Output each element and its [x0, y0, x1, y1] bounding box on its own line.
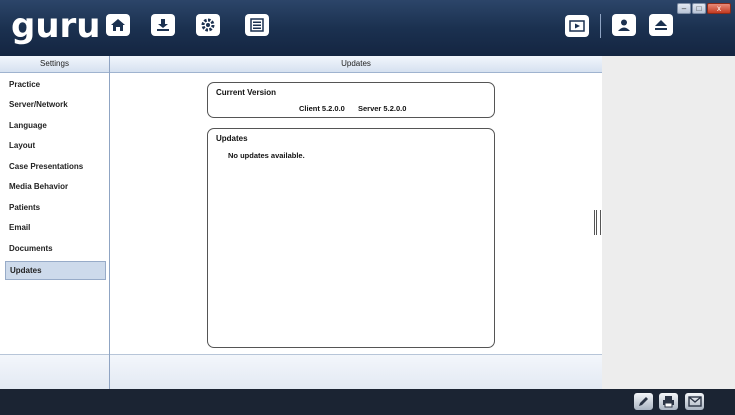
minimize-button[interactable]: –: [677, 3, 691, 14]
edit-icon[interactable]: [634, 393, 653, 410]
content-area: Settings Practice Server/Network Languag…: [0, 56, 602, 390]
maximize-button[interactable]: □: [692, 3, 706, 14]
client-version: Client 5.2.0.0: [299, 104, 345, 113]
sidebar-item-documents[interactable]: Documents: [5, 240, 106, 257]
user-icon[interactable]: [612, 14, 636, 36]
current-version-title: Current Version: [216, 88, 277, 97]
sidebar-item-updates[interactable]: Updates: [5, 261, 106, 280]
sidebar-item-language[interactable]: Language: [5, 117, 106, 134]
right-panel: [602, 56, 735, 389]
updates-box-title: Updates: [216, 134, 248, 143]
sidebar-item-server-network[interactable]: Server/Network: [5, 96, 106, 113]
server-version: Server 5.2.0.0: [358, 104, 407, 113]
app-logo: guru: [11, 6, 101, 46]
settings-header: Settings: [0, 56, 109, 73]
content-footer: [0, 354, 602, 390]
list-icon[interactable]: [245, 14, 269, 36]
updates-box: Updates No updates available.: [207, 128, 495, 348]
sidebar-item-media-behavior[interactable]: Media Behavior: [5, 178, 106, 195]
settings-sidebar: Settings Practice Server/Network Languag…: [0, 56, 110, 389]
download-icon[interactable]: [151, 14, 175, 36]
eject-icon[interactable]: [649, 14, 673, 36]
mail-icon[interactable]: [685, 393, 704, 410]
main-header: Updates: [110, 56, 602, 73]
top-toolbar: guru – □ x: [0, 0, 735, 56]
bottom-bar: [0, 389, 735, 415]
toolbar-divider: [600, 14, 601, 38]
sidebar-item-layout[interactable]: Layout: [5, 137, 106, 154]
close-button[interactable]: x: [707, 3, 731, 14]
sidebar-item-case-presentations[interactable]: Case Presentations: [5, 158, 106, 175]
home-icon[interactable]: [106, 14, 130, 36]
presentation-icon[interactable]: [565, 15, 589, 37]
sidebar-item-patients[interactable]: Patients: [5, 199, 106, 216]
sidebar-item-email[interactable]: Email: [5, 219, 106, 236]
current-version-box: Current Version Client 5.2.0.0 Server 5.…: [207, 82, 495, 118]
gear-icon[interactable]: [196, 14, 220, 36]
panel-splitter-handle[interactable]: [594, 210, 601, 235]
print-icon[interactable]: [659, 393, 678, 410]
updates-message: No updates available.: [228, 151, 305, 160]
footer-divider: [109, 354, 110, 389]
sidebar-item-practice[interactable]: Practice: [5, 76, 106, 93]
